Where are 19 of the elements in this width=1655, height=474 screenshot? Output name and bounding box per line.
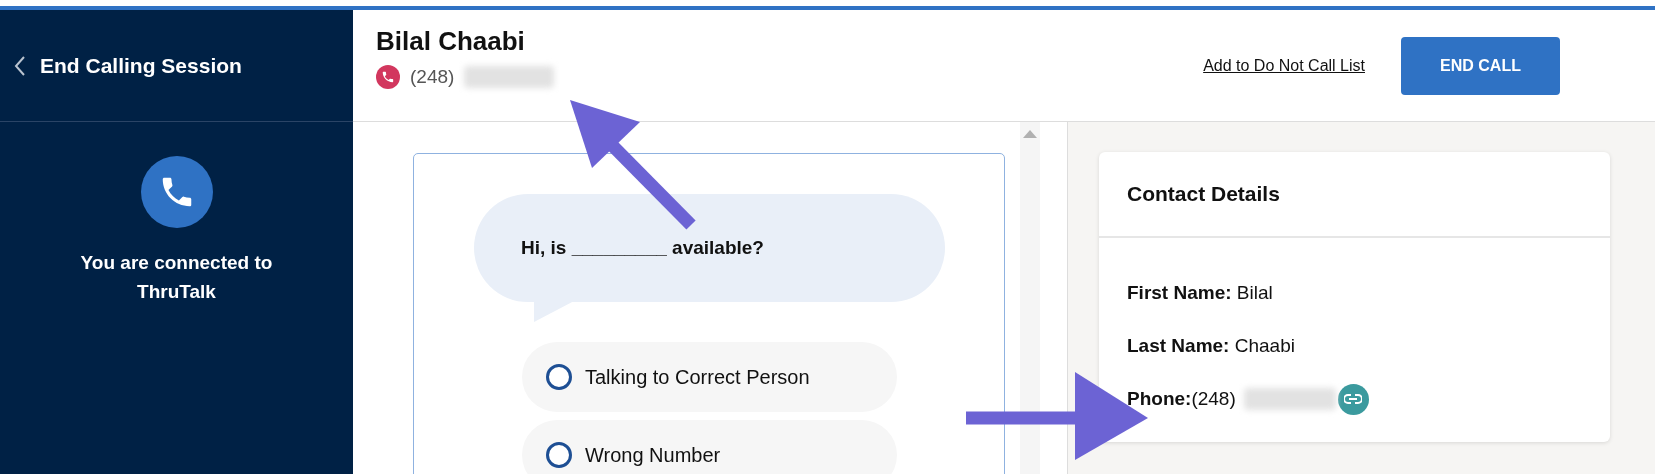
scrollbar[interactable] [1020, 122, 1040, 474]
link-icon[interactable] [1337, 383, 1369, 415]
contact-name: Bilal Chaabi [376, 26, 526, 57]
card-title: Contact Details [1099, 152, 1610, 238]
end-call-button[interactable]: END CALL [1401, 36, 1560, 95]
do-not-call-link[interactable]: Add to Do Not Call List [1203, 56, 1365, 75]
answer-option[interactable]: Talking to Correct Person [522, 342, 897, 412]
field-text: First Name: Bilal [1127, 282, 1273, 304]
script-question: Hi, is _________ available? [521, 237, 764, 259]
back-icon[interactable] [14, 54, 26, 77]
radio-button[interactable] [546, 364, 572, 390]
radio-button[interactable] [546, 442, 572, 468]
field-text: Last Name: Chaabi [1127, 335, 1295, 357]
phone-icon [376, 65, 400, 89]
end-session-link[interactable]: End Calling Session [40, 53, 242, 78]
field-text: Phone:(248) [1127, 388, 1236, 410]
connection-status: You are connected to ThruTalk [79, 251, 274, 305]
phone-number: (248) [410, 66, 455, 88]
answer-option[interactable]: Wrong Number [522, 420, 897, 474]
